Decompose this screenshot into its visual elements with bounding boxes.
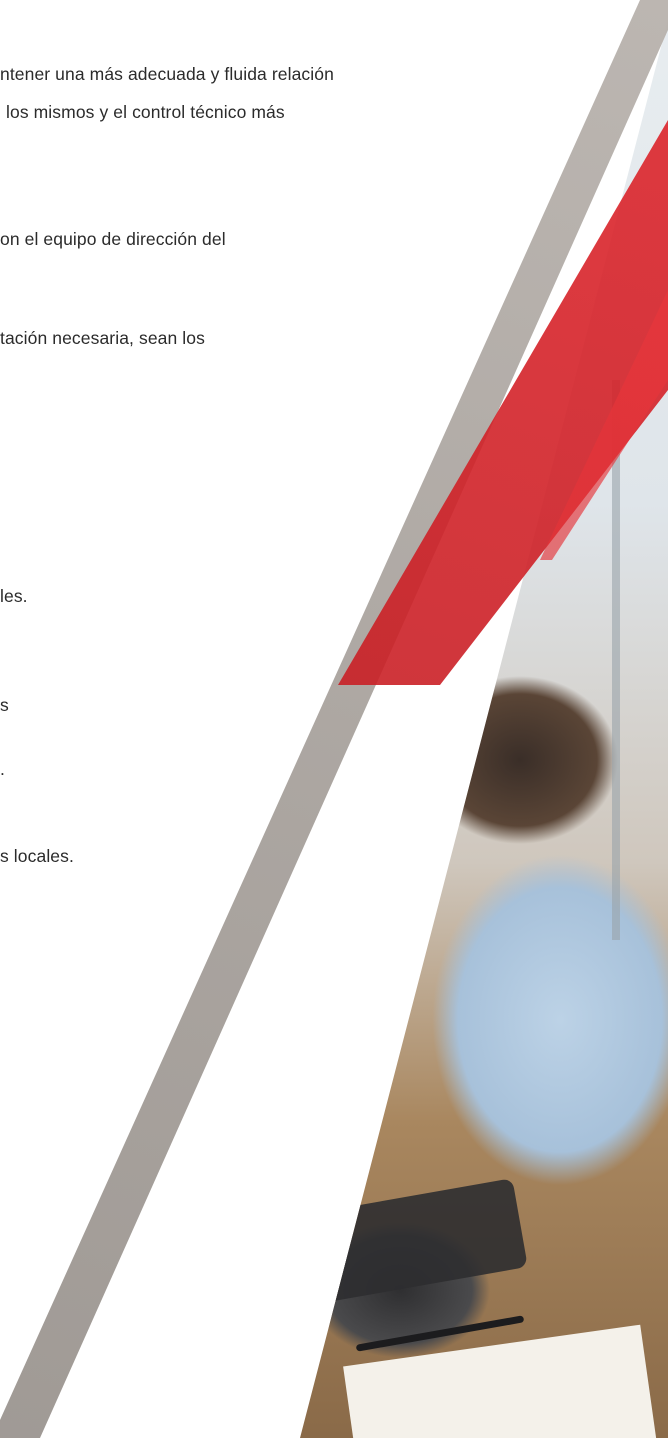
photo-tablet bbox=[300, 1178, 528, 1312]
document-page: ntener una más adecuada y fluida relació… bbox=[0, 0, 668, 1438]
photo-paper bbox=[300, 1069, 371, 1221]
text-line-4: tación necesaria, sean los bbox=[0, 328, 205, 348]
text-line-3: on el equipo de dirección del bbox=[0, 229, 226, 249]
text-line-5: les. bbox=[0, 586, 28, 606]
text-line-8: s locales. bbox=[0, 846, 74, 866]
text-line-7: . bbox=[0, 759, 5, 779]
text-line-1: ntener una más adecuada y fluida relació… bbox=[0, 64, 334, 84]
text-line-6: s bbox=[0, 695, 9, 715]
text-line-2: los mismos y el control técnico más bbox=[6, 102, 285, 122]
